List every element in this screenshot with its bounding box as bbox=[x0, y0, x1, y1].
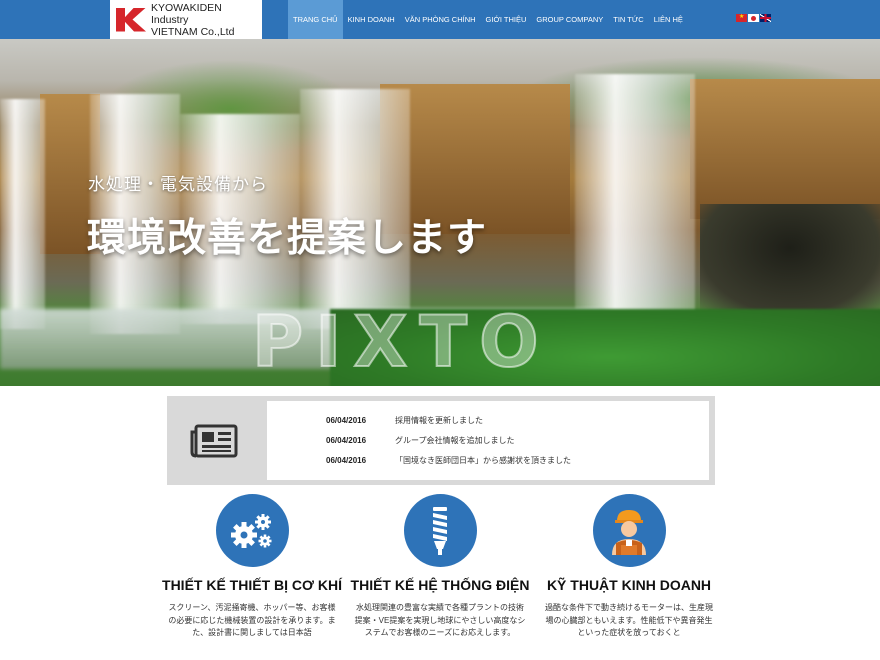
nav-item-tin-tuc[interactable]: TIN TỨC bbox=[608, 0, 648, 39]
hero-title: 環境改善を提案します bbox=[87, 217, 488, 260]
news-date: 06/04/2016 bbox=[326, 415, 367, 425]
service-icon-circle[interactable] bbox=[215, 494, 289, 567]
service-description: 水処理関連の豊富な実績で各種プラントの技術提案・VE提案を実現し地球にやさしい高… bbox=[354, 603, 526, 637]
news-item[interactable]: 06/04/2016 採用情報を更新しました bbox=[267, 410, 709, 430]
service-icon-circle[interactable] bbox=[592, 494, 666, 567]
news-date: 06/04/2016 bbox=[326, 435, 367, 445]
nav-item-trang-chu[interactable]: TRANG CHỦ bbox=[288, 0, 343, 39]
news-item[interactable]: 06/04/2016 「国境なき医師団日本」から感謝状を頂きました bbox=[267, 450, 709, 470]
engineer-icon bbox=[612, 509, 646, 555]
service-mechanical: THIẾT KẾ THIẾT BỊ CƠ KHÍ スクリーン、汚泥掻寄機、ホッパ… bbox=[157, 494, 347, 640]
ke-logo-icon bbox=[116, 7, 146, 32]
news-icon-area bbox=[167, 396, 261, 485]
nav-item-van-phong-chinh[interactable]: VĂN PHÒNG CHÍNH bbox=[400, 0, 481, 39]
top-navigation-bar: KYOWAKIDEN Industry VIETNAM Co.,Ltd TRAN… bbox=[0, 0, 880, 39]
news-text[interactable]: グループ会社情報を追加しました bbox=[395, 435, 515, 446]
news-section: 06/04/2016 採用情報を更新しました 06/04/2016 グループ会社… bbox=[167, 396, 715, 485]
cave-shadow bbox=[700, 204, 880, 314]
service-sales-engineering: KỸ THUẬT KINH DOANH 過酷な条件下で動き続けるモーターは、生産… bbox=[534, 494, 724, 640]
hero-subtitle: 水処理・電気設備から bbox=[88, 175, 268, 194]
waterfall bbox=[0, 99, 45, 329]
service-title[interactable]: KỸ THUẬT KINH DOANH bbox=[534, 577, 724, 593]
nav-item-group-company[interactable]: GROUP COMPANY bbox=[531, 0, 608, 39]
company-logo[interactable]: KYOWAKIDEN Industry VIETNAM Co.,Ltd bbox=[110, 0, 262, 39]
service-title[interactable]: THIẾT KẾ THIẾT BỊ CƠ KHÍ bbox=[157, 577, 347, 593]
waterfall bbox=[575, 74, 695, 324]
logo-line-2: VIETNAM Co.,Ltd bbox=[150, 25, 235, 38]
light-bulb-icon bbox=[433, 506, 447, 555]
service-description: 過酷な条件下で動き続けるモーターは、生産現場の心臓部ともいえます。性能低下や異音… bbox=[545, 603, 713, 637]
news-text[interactable]: 「国境なき医師団日本」から感謝状を頂きました bbox=[395, 455, 571, 466]
logo-line-1: KYOWAKIDEN Industry bbox=[150, 1, 222, 26]
service-electrical: THIẾT KẾ HỆ THỐNG ĐIỆN 水処理関連の豊富な実績で各種プラン… bbox=[345, 494, 535, 640]
nav-item-lien-he[interactable]: LIÊN HỆ bbox=[649, 0, 688, 39]
cliff-rock bbox=[690, 79, 880, 219]
vietnam-flag-icon[interactable] bbox=[736, 13, 747, 22]
nav-item-gioi-thieu[interactable]: GIỚI THIỆU bbox=[481, 0, 532, 39]
service-icon-circle[interactable] bbox=[403, 494, 477, 567]
service-title[interactable]: THIẾT KẾ HỆ THỐNG ĐIỆN bbox=[345, 577, 535, 593]
main-nav: TRANG CHỦ KINH DOANH VĂN PHÒNG CHÍNH GIỚ… bbox=[288, 0, 688, 39]
news-date: 06/04/2016 bbox=[326, 455, 367, 465]
service-description: スクリーン、汚泥掻寄機、ホッパー等、お客様の必要に応じた機械装置の設計を承ります… bbox=[168, 603, 336, 637]
news-list: 06/04/2016 採用情報を更新しました 06/04/2016 グループ会社… bbox=[267, 401, 709, 480]
news-text[interactable]: 採用情報を更新しました bbox=[395, 415, 483, 426]
uk-flag-icon[interactable] bbox=[760, 14, 771, 22]
language-switcher bbox=[736, 13, 771, 22]
logo-text: KYOWAKIDEN Industry VIETNAM Co.,Ltd bbox=[151, 2, 262, 38]
newspaper-icon bbox=[190, 424, 238, 457]
gears-icon bbox=[231, 513, 272, 548]
watermark: PIXTO bbox=[251, 300, 551, 384]
japan-flag-icon[interactable] bbox=[748, 14, 759, 22]
news-item[interactable]: 06/04/2016 グループ会社情報を追加しました bbox=[267, 430, 709, 450]
nav-item-kinh-doanh[interactable]: KINH DOANH bbox=[343, 0, 400, 39]
hero-banner: 水処理・電気設備から 環境改善を提案します PIXTO bbox=[0, 39, 880, 386]
